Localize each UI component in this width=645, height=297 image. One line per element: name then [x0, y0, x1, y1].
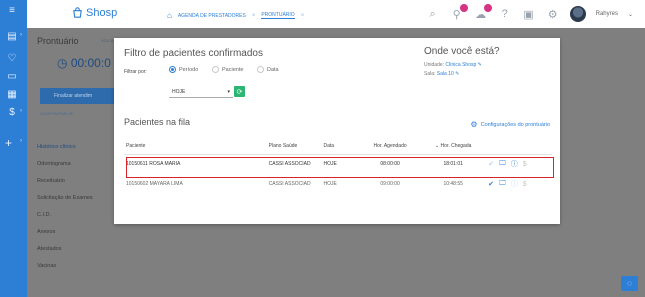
patient-filter-modal: Filtro de pacientes confirmados Filtrar … [114, 38, 560, 224]
logo[interactable]: Shosp [71, 6, 117, 19]
radio-dot[interactable] [257, 66, 264, 73]
menu-item-receituario[interactable]: Receituário [37, 178, 93, 195]
modal-title: Filtro de pacientes confirmados [124, 48, 263, 59]
notification-badge [459, 4, 468, 12]
radio-dot[interactable] [212, 66, 219, 73]
logo-text: Shosp [86, 6, 118, 19]
col-agendado[interactable]: Hor. Agendado [359, 138, 421, 155]
sort-icon: ⌄ [434, 142, 440, 149]
expand-arrow-icon: › [20, 138, 22, 144]
dollar-icon[interactable]: $ [523, 181, 527, 188]
info-icon[interactable]: ⓘ [511, 179, 518, 189]
radio-paciente[interactable]: Paciente [212, 66, 243, 73]
chat-icon: ◌ [627, 279, 632, 288]
user-name[interactable]: Rahyres [596, 11, 618, 17]
menu-item-exames[interactable]: Solicitação de Exames [37, 195, 93, 212]
col-plano: Plano Saúde [266, 138, 322, 155]
cell-agendado: 09:00:00 [380, 181, 400, 187]
close-icon[interactable]: × [301, 13, 305, 19]
dollar-icon[interactable]: $ [523, 161, 527, 168]
heart-icon[interactable]: ♡ [6, 52, 18, 64]
cell-plano: CASSI ASSOCIAD [268, 181, 311, 187]
cell-paciente: 10150611 ROSA MARIA [126, 161, 181, 168]
expand-arrow-icon: › [20, 32, 22, 38]
record-menu: Histórico clínico Odontograma Receituári… [37, 144, 93, 280]
breadcrumb: ⌂ AGENDA DE PRESTADORES × PRONTUÁRIO × [167, 11, 304, 20]
home-icon[interactable]: ⌂ [167, 11, 172, 20]
unit-link[interactable]: Clínica Shosp [445, 62, 476, 68]
calendar-icon[interactable]: ▦ [6, 88, 18, 100]
chevron-down-icon[interactable]: ⌄ [628, 11, 633, 18]
monitor-icon[interactable]: 🖵 [499, 160, 506, 168]
table-row[interactable]: 10150602 MAYARA LIMA CASSI ASSOCIAD HOJE… [124, 174, 552, 194]
cell-data: HOJE [323, 161, 337, 168]
dropdown-arrow-icon: ▾ [227, 89, 230, 95]
menu-item-vacinas[interactable]: Vacinas [37, 263, 93, 280]
gear-icon: ⚙ [470, 120, 478, 129]
top-bar: Shosp ⌂ AGENDA DE PRESTADORES × PRONTUÁR… [27, 0, 645, 28]
menu-item-anexos[interactable]: Anexos [37, 229, 93, 246]
unit-line: Unidade: Clínica Shosp ✎ [424, 62, 482, 68]
room-link[interactable]: Sala 10 [437, 71, 454, 77]
menu-item-cid[interactable]: C.I.D. [37, 212, 93, 229]
timer: ◷ 00:00:0 [57, 56, 111, 70]
queue-table: Paciente Plano Saúde Data Hor. Agendado … [124, 138, 552, 194]
chat-icon[interactable]: ☁ [474, 4, 492, 21]
avatar[interactable] [569, 6, 586, 22]
breadcrumb-agenda[interactable]: AGENDA DE PRESTADORES [178, 13, 246, 19]
col-paciente: Paciente [124, 138, 267, 155]
room-line: Sala: Sala 10 ✎ [424, 71, 460, 77]
cell-chegada: 10:48:55 [443, 181, 463, 187]
col-chegada[interactable]: ⌄ Hor. Chegada [420, 138, 487, 155]
dashboard-icon[interactable]: ▤ [6, 30, 18, 42]
queue-title: Pacientes na fila [124, 117, 191, 127]
table-row[interactable]: 10150611 ROSA MARIA CASSI ASSOCIAD HOJE … [124, 154, 552, 174]
mini-links[interactable]: CONFIGURAR VE [40, 111, 73, 116]
add-icon[interactable]: + [5, 136, 19, 150]
close-icon[interactable]: × [252, 13, 256, 19]
notification-badge [483, 4, 492, 12]
refresh-button[interactable]: ⟳ [234, 86, 245, 97]
edit-icon[interactable]: ✎ [455, 71, 459, 77]
info-icon[interactable]: ⓘ [511, 159, 518, 169]
refresh-icon: ⟳ [236, 88, 243, 96]
cell-paciente: 10150602 MAYARA LIMA [126, 181, 183, 187]
menu-item-historico[interactable]: Histórico clínico [37, 144, 93, 161]
rocket-icon[interactable]: ⚲ [450, 4, 468, 21]
check-icon[interactable]: ✔ [488, 160, 494, 168]
cell-agendado: 08:00:00 [380, 161, 400, 168]
edit-icon[interactable]: ✎ [478, 62, 482, 68]
col-actions [486, 138, 552, 155]
period-select[interactable]: HOJE ▾ [169, 87, 233, 98]
left-rail: ≡ ▤ › ♡ ▭ ▦ $ › + › [0, 0, 27, 297]
radio-dot[interactable] [169, 66, 176, 73]
monitor-icon[interactable]: ▭ [6, 70, 18, 82]
cell-data: HOJE [323, 181, 337, 187]
breadcrumb-prontuario[interactable]: PRONTUÁRIO [261, 12, 295, 19]
config-link[interactable]: ⚙ Configurações do prontuário [470, 120, 550, 129]
gear-icon[interactable]: ⚙ [546, 7, 560, 21]
filter-label: Filtrar por: [124, 69, 147, 75]
chat-button[interactable]: ◌ [621, 276, 638, 291]
search-icon[interactable]: ⌕ [426, 7, 440, 21]
monitor-icon[interactable]: 🖵 [499, 180, 506, 188]
top-icons: ⌕ ⚲ ☁ ? ▣ ⚙ Rahyres ⌄ [426, 4, 633, 22]
radio-data[interactable]: Data [257, 66, 279, 73]
gallery-icon[interactable]: ▣ [522, 7, 536, 21]
location-title: Onde você está? [424, 46, 500, 57]
help-icon[interactable]: ? [498, 7, 512, 21]
clock-icon: ◷ [57, 56, 68, 70]
menu-item-odontograma[interactable]: Odontograma [37, 161, 93, 178]
check-icon[interactable]: ✔ [488, 180, 494, 188]
menu-item-atestados[interactable]: Atestados [37, 246, 93, 263]
cell-plano: CASSI ASSOCIAD [268, 161, 311, 168]
dollar-icon[interactable]: $ [6, 106, 18, 118]
col-data: Data [321, 138, 360, 155]
page-title: Prontuário [37, 36, 79, 46]
cell-chegada: 18:01:01 [443, 161, 463, 168]
expand-arrow-icon: › [20, 108, 22, 114]
radio-periodo[interactable]: Período [169, 66, 198, 73]
menu-icon[interactable]: ≡ [6, 4, 18, 16]
logo-icon [73, 7, 82, 18]
